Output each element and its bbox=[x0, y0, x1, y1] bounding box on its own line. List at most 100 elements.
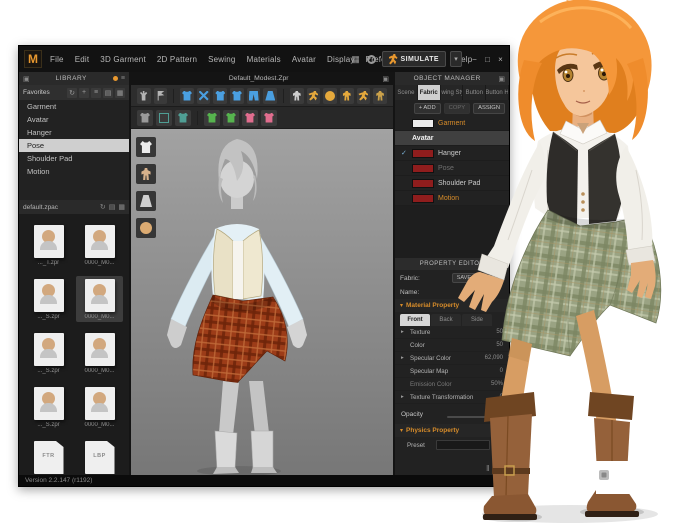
3d-avatar-model[interactable] bbox=[131, 129, 393, 475]
avatar-folder-icon bbox=[85, 387, 115, 420]
viewport-column: Default_Modest.Zpr ▣ bbox=[131, 72, 393, 475]
thumbnail-item[interactable]: 0000_M0... bbox=[76, 384, 123, 430]
cube-teal-tool[interactable] bbox=[156, 110, 172, 126]
skirt-tool[interactable] bbox=[263, 88, 277, 104]
menu-materials[interactable]: Materials bbox=[247, 55, 281, 64]
avatar-folder-icon bbox=[34, 333, 64, 366]
grid-view-icon[interactable]: ▦ bbox=[115, 88, 125, 98]
document-tab-bar: Default_Modest.Zpr ▣ bbox=[131, 72, 393, 85]
library-item-avatar[interactable]: Avatar bbox=[19, 113, 129, 126]
library-item-hanger[interactable]: Hanger bbox=[19, 126, 129, 139]
tab-scene[interactable]: Scene bbox=[395, 85, 418, 100]
scissors-tool[interactable] bbox=[197, 88, 211, 104]
avatar-folder-icon bbox=[85, 333, 115, 366]
viewport-toolbar-1 bbox=[131, 85, 393, 107]
check-icon: ✓ bbox=[401, 149, 408, 157]
menu-sewing[interactable]: Sewing bbox=[208, 55, 235, 64]
list-view-icon[interactable]: ▤ bbox=[103, 88, 113, 98]
menu-3d-garment[interactable]: 3D Garment bbox=[100, 55, 146, 64]
thumbnail-item-selected[interactable]: 0000_M0... bbox=[76, 276, 123, 322]
collapse-arrow-icon: ▾ bbox=[400, 427, 403, 434]
library-item-pose[interactable]: Pose bbox=[19, 139, 129, 152]
screenshot-stage: M File Edit 3D Garment 2D Pattern Sewing… bbox=[0, 0, 673, 526]
tshirt-pair-tool[interactable] bbox=[213, 88, 227, 104]
shirt-gray-tool[interactable] bbox=[137, 110, 153, 126]
file-icon: LBP bbox=[85, 441, 115, 474]
3d-viewport[interactable] bbox=[131, 129, 393, 475]
simulate-run-icon bbox=[389, 54, 398, 65]
avatar-sit-tool[interactable] bbox=[373, 88, 387, 104]
version-text: Version 2.2.147 (r1192) bbox=[25, 477, 92, 484]
shirt-green-tool-2[interactable] bbox=[223, 110, 239, 126]
file-icon: FTR bbox=[34, 441, 64, 474]
edit-icon[interactable]: ≡ bbox=[91, 88, 101, 98]
menu-avatar[interactable]: Avatar bbox=[292, 55, 316, 64]
library-dock-icon[interactable]: ▣ bbox=[23, 75, 30, 83]
menu-2d-pattern[interactable]: 2D Pattern bbox=[157, 55, 197, 64]
sync-icon[interactable]: ↻ bbox=[100, 203, 106, 211]
thumbnail-item[interactable]: ..._S.zpr bbox=[25, 384, 72, 430]
garment-tool[interactable] bbox=[180, 88, 194, 104]
name-label: Name: bbox=[400, 289, 419, 296]
refresh-icon[interactable]: ↻ bbox=[67, 88, 77, 98]
collapse-arrow-icon: ▾ bbox=[400, 302, 403, 309]
avatar-walk-tool[interactable] bbox=[357, 88, 371, 104]
library-panel: ▣ LIBRARY ≡ Favorites ↻ + ≡ ▤ ▦ Garment … bbox=[19, 72, 131, 475]
avatar-sphere-tool[interactable] bbox=[323, 88, 337, 104]
document-tab[interactable]: Default_Modest.Zpr bbox=[135, 75, 382, 82]
avatar-show-tool[interactable] bbox=[290, 88, 304, 104]
thumbnail-grid: ..._T.zpr 0000_M0... ..._S.zpr 0000_M0..… bbox=[19, 214, 129, 475]
thumbnail-item[interactable]: 0000_M0... bbox=[76, 330, 123, 376]
hand-tool[interactable] bbox=[137, 88, 151, 104]
avatar-view-toggle[interactable] bbox=[136, 164, 156, 184]
thumbnail-item[interactable]: 0000_M0... bbox=[76, 222, 123, 268]
garment-view-toggle[interactable] bbox=[136, 137, 156, 157]
menu-file[interactable]: File bbox=[50, 55, 64, 64]
shirt-teal-tool[interactable] bbox=[175, 110, 191, 126]
shirt-pink-tool-2[interactable] bbox=[261, 110, 277, 126]
character-left-hand bbox=[458, 272, 504, 312]
viewport-toolbar-2 bbox=[131, 107, 393, 129]
pants-tool[interactable] bbox=[247, 88, 261, 104]
list-mode-icon[interactable]: ▤ bbox=[109, 203, 116, 211]
library-item-motion[interactable]: Motion bbox=[19, 165, 129, 178]
pack-title: default.zpac bbox=[23, 204, 97, 211]
thumbnail-item[interactable]: ..._T.zpr bbox=[25, 222, 72, 268]
library-title: LIBRARY bbox=[33, 75, 110, 82]
thumbnail-item[interactable]: FTR..._S.zpr bbox=[25, 438, 72, 475]
viewport-dock-icon[interactable]: ▣ bbox=[382, 75, 389, 83]
rendered-character bbox=[420, 0, 673, 526]
avatar-run-tool[interactable] bbox=[307, 88, 321, 104]
library-status-dot bbox=[113, 76, 118, 81]
menu-edit[interactable]: Edit bbox=[75, 55, 90, 64]
avatar-folder-icon bbox=[85, 225, 115, 258]
add-icon[interactable]: + bbox=[79, 88, 89, 98]
thumbnail-item[interactable]: LBP0000_M0... bbox=[76, 438, 123, 475]
avatar-stand-tool[interactable] bbox=[340, 88, 354, 104]
tshirt-flip-tool[interactable] bbox=[230, 88, 244, 104]
watermark-tag bbox=[596, 461, 633, 494]
library-item-shoulder-pad[interactable]: Shoulder Pad bbox=[19, 152, 129, 165]
fabric-label: Fabric: bbox=[400, 275, 420, 282]
avatar-folder-icon bbox=[34, 279, 64, 312]
store-icon[interactable]: ▦ bbox=[350, 53, 362, 65]
character-left-boot bbox=[483, 392, 537, 520]
library-menu-icon[interactable]: ≡ bbox=[121, 75, 125, 82]
library-list: Garment Avatar Hanger Pose Shoulder Pad … bbox=[19, 100, 129, 178]
thumbnail-item[interactable]: ..._S.zpr bbox=[25, 330, 72, 376]
thumbnail-item[interactable]: ..._S.zpr bbox=[25, 276, 72, 322]
avatar-folder-icon bbox=[34, 225, 64, 258]
favorites-label: Favorites bbox=[23, 89, 65, 96]
avatar-folder-icon bbox=[85, 279, 115, 312]
sphere-view-toggle[interactable] bbox=[136, 218, 156, 238]
library-item-garment[interactable]: Garment bbox=[19, 100, 129, 113]
avatar-folder-icon bbox=[34, 387, 64, 420]
grid-mode-icon[interactable]: ▦ bbox=[118, 203, 125, 211]
pin-tool[interactable] bbox=[154, 88, 168, 104]
favorites-bar: Favorites ↻ + ≡ ▤ ▦ bbox=[19, 85, 129, 100]
shirt-pink-tool-1[interactable] bbox=[242, 110, 258, 126]
settings-gear-icon[interactable] bbox=[366, 53, 378, 65]
shirt-green-tool-1[interactable] bbox=[204, 110, 220, 126]
pattern-view-toggle[interactable] bbox=[136, 191, 156, 211]
app-logo: M bbox=[24, 50, 42, 68]
